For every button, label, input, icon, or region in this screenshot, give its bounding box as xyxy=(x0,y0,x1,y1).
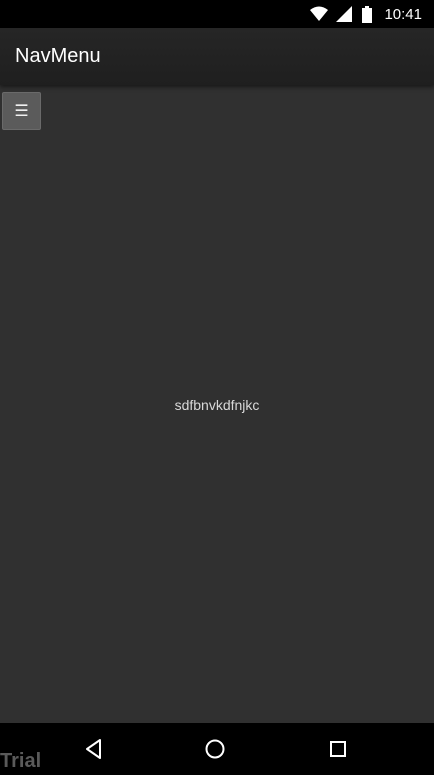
app-title: NavMenu xyxy=(15,45,101,67)
status-time: 10:41 xyxy=(384,5,422,23)
home-icon[interactable] xyxy=(203,737,227,761)
trial-watermark: Trial xyxy=(0,750,42,772)
hamburger-menu-button[interactable]: ☰ xyxy=(2,92,41,130)
status-bar: 10:41 xyxy=(0,0,434,28)
wifi-icon xyxy=(310,6,329,22)
hamburger-menu-icon: ☰ xyxy=(14,103,29,120)
battery-icon xyxy=(362,6,373,23)
content-text: sdfbnvkdfnjkc xyxy=(174,397,260,413)
recents-icon[interactable] xyxy=(326,737,350,761)
navigation-bar: Trial xyxy=(0,723,434,775)
screen: 10:41 NavMenu ☰ sdfbnvkdfnjkc Trial xyxy=(0,0,434,775)
app-bar: NavMenu xyxy=(0,28,434,85)
back-icon[interactable] xyxy=(82,737,106,761)
cell-signal-icon xyxy=(336,6,354,22)
